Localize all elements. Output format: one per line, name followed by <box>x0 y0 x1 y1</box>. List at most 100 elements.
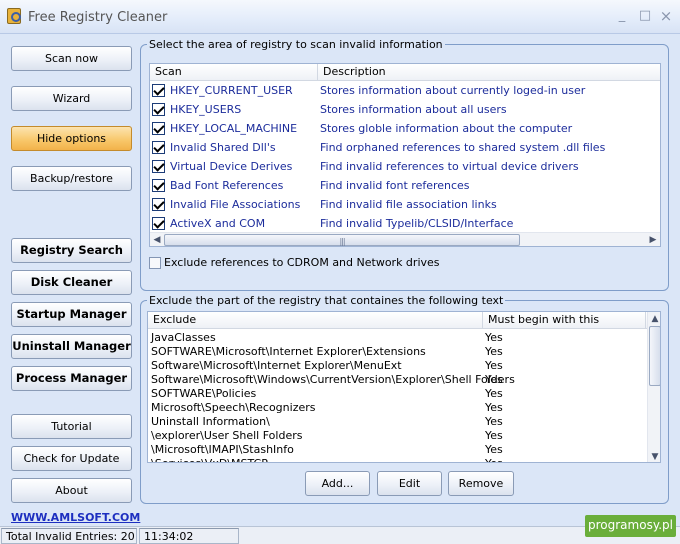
scan-row-description: Find invalid references to virtual devic… <box>320 160 579 173</box>
scan-row-description: Stores information about currently loged… <box>320 84 586 97</box>
exclude-list-row[interactable]: \Services\VxD\MSTCP Yes <box>151 457 645 462</box>
scroll-left-arrow-icon[interactable]: ◀ <box>150 233 164 246</box>
scan-row-checkbox[interactable] <box>152 141 165 154</box>
column-header-exclude[interactable]: Exclude <box>148 312 483 329</box>
scroll-up-arrow-icon[interactable]: ▲ <box>648 312 660 326</box>
add-exclusion-button[interactable]: Add... <box>305 471 370 496</box>
backup-restore-button[interactable]: Backup/restore <box>11 166 132 191</box>
exclude-cdrom-checkbox[interactable] <box>149 257 161 269</box>
scan-list-row[interactable]: Invalid Shared Dll's Find orphaned refere… <box>150 138 660 157</box>
scan-row-checkbox[interactable] <box>152 122 165 135</box>
scroll-down-arrow-icon[interactable]: ▼ <box>648 450 660 462</box>
scan-list-header: Scan Description <box>150 64 660 81</box>
uninstall-manager-button[interactable]: Uninstall Manager <box>11 334 132 359</box>
maximize-button[interactable]: □ <box>637 9 653 23</box>
exclude-area-group: Exclude the part of the registry that co… <box>140 294 669 504</box>
scan-row-checkbox[interactable] <box>152 103 165 116</box>
scan-list-row[interactable]: HKEY_USERS Stores information about all u… <box>150 100 660 119</box>
scan-list-row[interactable]: ActiveX and COM Find invalid Typelib/CLSI… <box>150 214 660 233</box>
check-for-update-button[interactable]: Check for Update <box>11 446 132 471</box>
scan-list-row[interactable]: Bad Font References Find invalid font ref… <box>150 176 660 195</box>
exclude-row-text: SOFTWARE\Microsoft\Internet Explorer\Ext… <box>151 345 426 358</box>
exclude-row-must-begin: Yes <box>485 331 503 344</box>
status-bar: Total Invalid Entries: 20 11:34:02 <box>0 526 680 544</box>
exclude-list-row[interactable]: Software\Microsoft\Windows\CurrentVersio… <box>151 373 645 387</box>
scan-row-checkbox[interactable] <box>152 179 165 192</box>
exclude-row-text: Software\Microsoft\Internet Explorer\Men… <box>151 359 402 372</box>
remove-exclusion-button[interactable]: Remove <box>448 471 514 496</box>
column-header-scan[interactable]: Scan <box>150 64 318 81</box>
exclude-list-row[interactable]: Uninstall Information\ Yes <box>151 415 645 429</box>
exclude-list[interactable]: Exclude Must begin with this JavaClasses… <box>147 311 661 463</box>
title-bar: Free Registry Cleaner _ □ × <box>0 0 680 34</box>
exclude-list-row[interactable]: \explorer\User Shell Folders Yes <box>151 429 645 443</box>
exclude-row-must-begin: Yes <box>485 429 503 442</box>
exclude-row-must-begin: Yes <box>485 345 503 358</box>
total-invalid-entries: Total Invalid Entries: 20 <box>1 528 137 544</box>
exclude-list-row[interactable]: SOFTWARE\Policies Yes <box>151 387 645 401</box>
website-link[interactable]: WWW.AMLSOFT.COM <box>11 511 140 524</box>
scan-row-name: Invalid Shared Dll's <box>170 141 276 154</box>
exclude-list-header: Exclude Must begin with this <box>148 312 660 329</box>
exclude-list-vertical-scrollbar[interactable]: ▲ ▼ <box>647 312 660 462</box>
window-title: Free Registry Cleaner <box>28 10 168 25</box>
disk-cleaner-button[interactable]: Disk Cleaner <box>11 270 132 295</box>
scan-row-name: HKEY_LOCAL_MACHINE <box>170 122 298 135</box>
exclude-cdrom-label: Exclude references to CDROM and Network … <box>164 256 440 269</box>
exclude-row-text: Microsoft\Speech\Recognizers <box>151 401 316 414</box>
scroll-right-arrow-icon[interactable]: ▶ <box>646 233 660 246</box>
scan-row-name: HKEY_CURRENT_USER <box>170 84 293 97</box>
wizard-button[interactable]: Wizard <box>11 86 132 111</box>
exclude-row-must-begin: Yes <box>485 373 503 386</box>
exclude-row-text: Software\Microsoft\Windows\CurrentVersio… <box>151 373 515 386</box>
registry-search-button[interactable]: Registry Search <box>11 238 132 263</box>
watermark-badge: programosy.pl <box>585 515 676 537</box>
registry-cleaner-app-icon <box>7 8 21 24</box>
exclude-row-text: JavaClasses <box>151 331 216 344</box>
scan-list-row[interactable]: HKEY_LOCAL_MACHINE Stores globle informat… <box>150 119 660 138</box>
scan-list-scroll-thumb[interactable]: ||| <box>164 234 520 246</box>
edit-exclusion-button[interactable]: Edit <box>377 471 442 496</box>
column-header-description[interactable]: Description <box>318 64 660 81</box>
scan-area-list[interactable]: Scan Description HKEY_CURRENT_USER Stores… <box>149 63 661 247</box>
scan-list-row[interactable]: Invalid File Associations Find invalid fi… <box>150 195 660 214</box>
scan-area-group: Select the area of registry to scan inva… <box>140 38 669 291</box>
scan-row-name: HKEY_USERS <box>170 103 242 116</box>
process-manager-button[interactable]: Process Manager <box>11 366 132 391</box>
scan-row-checkbox[interactable] <box>152 217 165 230</box>
exclude-list-row[interactable]: Microsoft\Speech\Recognizers Yes <box>151 401 645 415</box>
exclude-list-row[interactable]: SOFTWARE\Microsoft\Internet Explorer\Ext… <box>151 345 645 359</box>
exclude-row-must-begin: Yes <box>485 401 503 414</box>
about-button[interactable]: About <box>11 478 132 503</box>
scan-row-description: Find invalid font references <box>320 179 470 192</box>
scan-row-checkbox[interactable] <box>152 84 165 97</box>
startup-manager-button[interactable]: Startup Manager <box>11 302 132 327</box>
exclude-row-must-begin: Yes <box>485 359 503 372</box>
scan-list-horizontal-scrollbar[interactable]: ◀ ||| ▶ <box>150 232 660 246</box>
exclude-list-row[interactable]: \Microsoft\IMAPI\StashInfo Yes <box>151 443 645 457</box>
close-button[interactable]: × <box>658 9 674 24</box>
scan-row-description: Find invalid file association links <box>320 198 497 211</box>
scan-row-name: Bad Font References <box>170 179 284 192</box>
column-header-must-begin[interactable]: Must begin with this <box>483 312 646 329</box>
scan-row-checkbox[interactable] <box>152 198 165 211</box>
exclude-row-must-begin: Yes <box>485 457 503 462</box>
exclude-area-legend: Exclude the part of the registry that co… <box>147 294 506 307</box>
tutorial-button[interactable]: Tutorial <box>11 414 132 439</box>
exclude-row-text: Uninstall Information\ <box>151 415 270 428</box>
minimize-button[interactable]: _ <box>614 9 630 23</box>
scan-row-name: ActiveX and COM <box>170 217 266 230</box>
exclude-row-must-begin: Yes <box>485 387 503 400</box>
scan-now-button[interactable]: Scan now <box>11 46 132 71</box>
scan-row-name: Invalid File Associations <box>170 198 301 211</box>
exclude-row-text: SOFTWARE\Policies <box>151 387 257 400</box>
scan-row-description: Find invalid Typelib/CLSID/Interface <box>320 217 514 230</box>
exclude-list-scroll-thumb[interactable] <box>649 326 660 386</box>
scan-area-legend: Select the area of registry to scan inva… <box>147 38 445 51</box>
hide-options-button[interactable]: Hide options <box>11 126 132 151</box>
scan-list-row[interactable]: HKEY_CURRENT_USER Stores information abou… <box>150 81 660 100</box>
exclude-list-row[interactable]: JavaClasses Yes <box>151 331 645 345</box>
exclude-list-row[interactable]: Software\Microsoft\Internet Explorer\Men… <box>151 359 645 373</box>
scan-row-checkbox[interactable] <box>152 160 165 173</box>
scan-list-row[interactable]: Virtual Device Derives Find invalid refer… <box>150 157 660 176</box>
